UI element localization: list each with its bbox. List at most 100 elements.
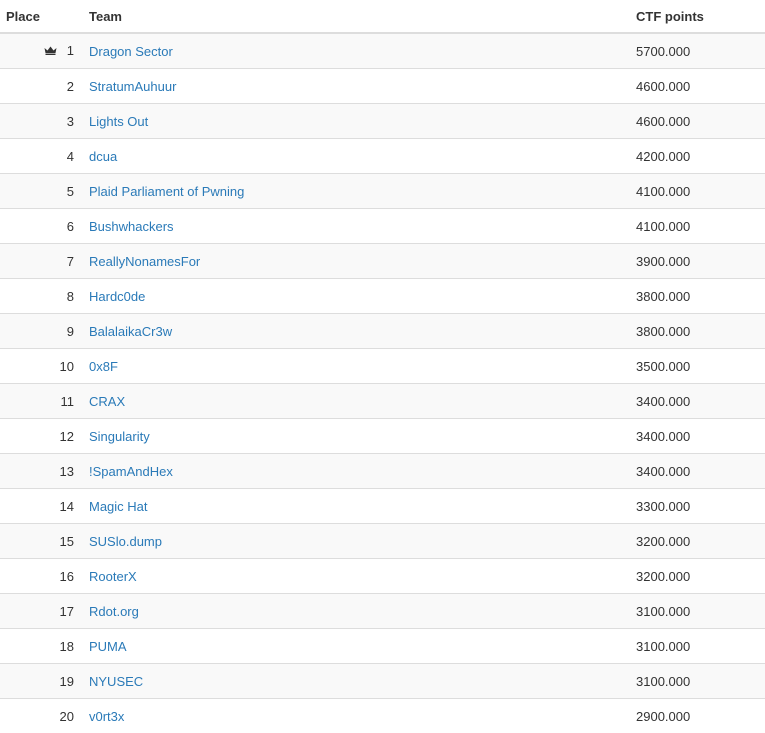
place-cell: 17 [0, 593, 82, 629]
points-cell: 3500.000 [629, 348, 765, 384]
team-link[interactable]: SUSlo.dump [89, 534, 162, 549]
place-cell: 8 [0, 278, 82, 314]
table-row: 17 Rdot.org 3100.000 [0, 593, 765, 629]
team-cell: BalalaikaCr3w [82, 313, 629, 349]
points-cell: 4200.000 [629, 138, 765, 174]
team-link[interactable]: NYUSEC [89, 674, 143, 689]
points-cell: 4600.000 [629, 68, 765, 104]
team-link[interactable]: 0x8F [89, 359, 118, 374]
place-number: 14 [59, 498, 74, 514]
team-link[interactable]: Bushwhackers [89, 219, 174, 234]
team-link[interactable]: StratumAuhuur [89, 79, 176, 94]
place-cell: 13 [0, 453, 82, 489]
points-cell: 3800.000 [629, 278, 765, 314]
place-cell: 6 [0, 208, 82, 244]
table-row: 20 v0rt3x 2900.000 [0, 698, 765, 733]
place-cell: 18 [0, 628, 82, 664]
place-cell: 9 [0, 313, 82, 349]
points-cell: 3300.000 [629, 488, 765, 524]
team-cell: Rdot.org [82, 593, 629, 629]
points-cell: 3400.000 [629, 453, 765, 489]
place-cell: 16 [0, 558, 82, 594]
place-number: 13 [59, 463, 74, 479]
table-row: 19 NYUSEC 3100.000 [0, 663, 765, 699]
points-cell: 3100.000 [629, 593, 765, 629]
team-link[interactable]: !SpamAndHex [89, 464, 173, 479]
table-row: 1 Dragon Sector 5700.000 [0, 32, 765, 69]
place-number: 15 [59, 533, 74, 549]
place-cell: 14 [0, 488, 82, 524]
table-row: 10 0x8F 3500.000 [0, 348, 765, 384]
team-cell: Magic Hat [82, 488, 629, 524]
place-number: 18 [59, 638, 74, 654]
place-number: 3 [66, 113, 74, 129]
points-cell: 4600.000 [629, 103, 765, 139]
place-cell: 5 [0, 173, 82, 209]
place-cell: 3 [0, 103, 82, 139]
team-link[interactable]: v0rt3x [89, 709, 124, 724]
scoreboard-body: 1 Dragon Sector 5700.000 2 StratumAuhuur… [0, 32, 765, 733]
points-cell: 3900.000 [629, 243, 765, 279]
team-link[interactable]: PUMA [89, 639, 127, 654]
team-link[interactable]: BalalaikaCr3w [89, 324, 172, 339]
points-cell: 3800.000 [629, 313, 765, 349]
place-number: 8 [66, 288, 74, 304]
place-cell: 4 [0, 138, 82, 174]
team-cell: RooterX [82, 558, 629, 594]
points-cell: 3200.000 [629, 523, 765, 559]
header-row: Place Team CTF points [0, 0, 765, 34]
points-cell: 3100.000 [629, 663, 765, 699]
place-number: 7 [66, 253, 74, 269]
team-cell: StratumAuhuur [82, 68, 629, 104]
team-cell: PUMA [82, 628, 629, 664]
table-row: 9 BalalaikaCr3w 3800.000 [0, 313, 765, 349]
place-cell: 15 [0, 523, 82, 559]
team-cell: !SpamAndHex [82, 453, 629, 489]
table-row: 3 Lights Out 4600.000 [0, 103, 765, 139]
team-link[interactable]: Plaid Parliament of Pwning [89, 184, 244, 199]
table-row: 14 Magic Hat 3300.000 [0, 488, 765, 524]
team-link[interactable]: ReallyNonamesFor [89, 254, 200, 269]
place-cell: 2 [0, 68, 82, 104]
team-link[interactable]: CRAX [89, 394, 125, 409]
table-row: 2 StratumAuhuur 4600.000 [0, 68, 765, 104]
table-row: 5 Plaid Parliament of Pwning 4100.000 [0, 173, 765, 209]
team-link[interactable]: Dragon Sector [89, 44, 173, 59]
team-cell: Dragon Sector [82, 32, 629, 69]
place-cell: 7 [0, 243, 82, 279]
points-cell: 4100.000 [629, 173, 765, 209]
team-link[interactable]: Singularity [89, 429, 150, 444]
points-cell: 3100.000 [629, 628, 765, 664]
place-cell: 19 [0, 663, 82, 699]
table-row: 11 CRAX 3400.000 [0, 383, 765, 419]
table-row: 13 !SpamAndHex 3400.000 [0, 453, 765, 489]
team-cell: Bushwhackers [82, 208, 629, 244]
place-number: 9 [66, 323, 74, 339]
place-number: 5 [66, 183, 74, 199]
table-row: 16 RooterX 3200.000 [0, 558, 765, 594]
points-cell: 3400.000 [629, 383, 765, 419]
crown-icon [44, 43, 57, 58]
place-column-header: Place [0, 0, 82, 34]
team-link[interactable]: Magic Hat [89, 499, 148, 514]
team-cell: v0rt3x [82, 698, 629, 733]
place-cell: 12 [0, 418, 82, 454]
points-cell: 2900.000 [629, 698, 765, 733]
table-row: 8 Hardc0de 3800.000 [0, 278, 765, 314]
points-cell: 4100.000 [629, 208, 765, 244]
team-link[interactable]: Hardc0de [89, 289, 145, 304]
team-link[interactable]: Rdot.org [89, 604, 139, 619]
team-cell: Lights Out [82, 103, 629, 139]
table-row: 6 Bushwhackers 4100.000 [0, 208, 765, 244]
place-number: 6 [66, 218, 74, 234]
table-row: 15 SUSlo.dump 3200.000 [0, 523, 765, 559]
scoreboard-table: Place Team CTF points 1 Dragon Sector 57… [0, 0, 765, 733]
team-link[interactable]: dcua [89, 149, 117, 164]
team-link[interactable]: RooterX [89, 569, 137, 584]
team-cell: 0x8F [82, 348, 629, 384]
team-link[interactable]: Lights Out [89, 114, 148, 129]
place-number: 4 [66, 148, 74, 164]
team-cell: Hardc0de [82, 278, 629, 314]
team-cell: NYUSEC [82, 663, 629, 699]
team-cell: ReallyNonamesFor [82, 243, 629, 279]
